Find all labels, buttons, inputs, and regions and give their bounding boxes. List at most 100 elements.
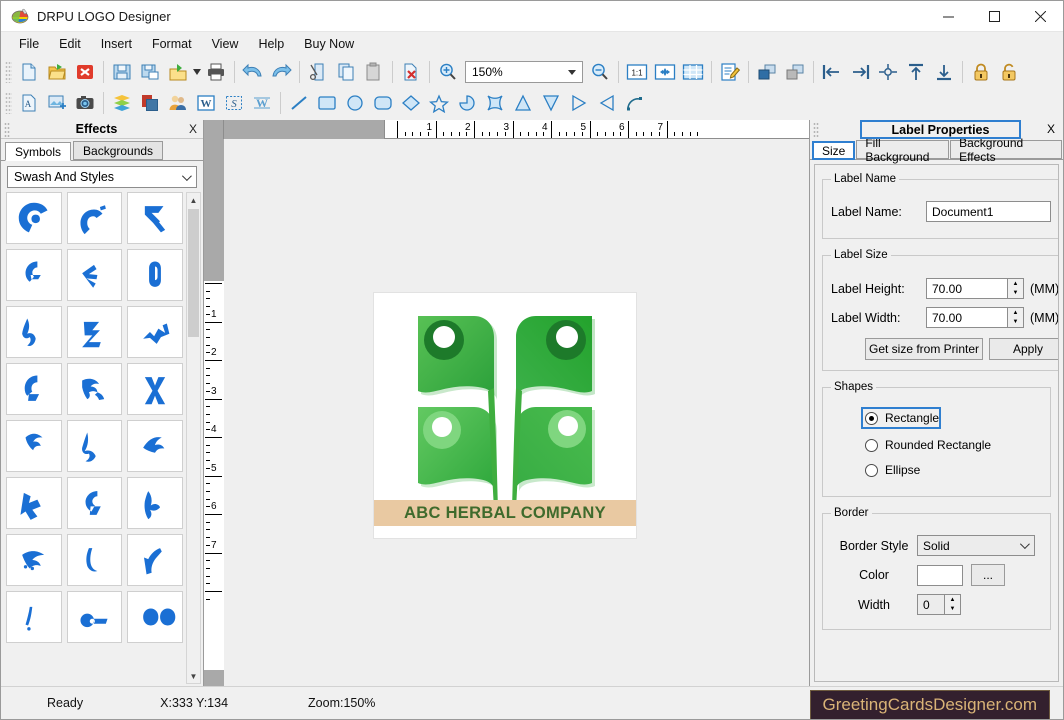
signature-icon[interactable]: S <box>220 89 248 117</box>
delete-icon[interactable] <box>397 58 425 86</box>
save-as-icon[interactable] <box>136 58 164 86</box>
symbol-cell[interactable] <box>6 306 62 358</box>
symbol-cell[interactable] <box>127 477 183 529</box>
four-point-star-tool-icon[interactable] <box>481 89 509 117</box>
symbol-category-combo[interactable]: Swash And Styles <box>7 166 197 188</box>
menu-edit[interactable]: Edit <box>49 34 91 54</box>
print-icon[interactable] <box>202 58 230 86</box>
align-bottom-icon[interactable] <box>930 58 958 86</box>
chevron-down-icon[interactable] <box>181 170 192 181</box>
symbol-cell[interactable] <box>66 420 123 472</box>
align-left-icon[interactable] <box>818 58 846 86</box>
symbol-cell[interactable] <box>66 477 123 529</box>
rounded-rect-tool-icon[interactable] <box>369 89 397 117</box>
shape-option-ellipse[interactable]: Ellipse <box>863 461 1042 479</box>
align-right-icon[interactable] <box>846 58 874 86</box>
symbol-cell[interactable] <box>6 420 62 472</box>
border-style-select[interactable]: Solid <box>917 535 1035 556</box>
ellipse-tool-icon[interactable] <box>341 89 369 117</box>
menu-file[interactable]: File <box>9 34 49 54</box>
vertical-ruler[interactable]: 1 2 3 4 5 6 7 <box>204 281 224 670</box>
border-color-browse-button[interactable]: ... <box>971 564 1005 586</box>
triangle-left-tool-icon[interactable] <box>593 89 621 117</box>
new-document-icon[interactable] <box>15 58 43 86</box>
symbol-cell[interactable] <box>66 306 123 358</box>
tab-backgrounds[interactable]: Backgrounds <box>73 141 164 160</box>
triangle-right-tool-icon[interactable] <box>565 89 593 117</box>
close-document-icon[interactable] <box>71 58 99 86</box>
redo-icon[interactable] <box>267 58 295 86</box>
border-width-stepper[interactable]: ▲ ▼ <box>945 594 961 615</box>
layers-icon[interactable] <box>108 89 136 117</box>
open-folder-icon[interactable] <box>43 58 71 86</box>
align-center-icon[interactable] <box>874 58 902 86</box>
label-height-input[interactable]: 70.00 <box>926 278 1008 299</box>
menu-insert[interactable]: Insert <box>91 34 142 54</box>
star-tool-icon[interactable] <box>425 89 453 117</box>
contacts-icon[interactable] <box>164 89 192 117</box>
close-button[interactable] <box>1017 1 1063 32</box>
zoom-out-icon[interactable] <box>586 58 614 86</box>
menu-format[interactable]: Format <box>142 34 202 54</box>
symbol-cell[interactable] <box>6 249 62 301</box>
symbol-cell[interactable] <box>127 534 183 586</box>
horizontal-ruler[interactable]: 1 2 3 4 5 6 7 <box>384 120 809 139</box>
stepper-up-icon[interactable]: ▲ <box>945 595 960 605</box>
radio-rectangle-icon[interactable] <box>865 411 878 425</box>
symbol-cell[interactable] <box>6 363 62 415</box>
apply-button[interactable]: Apply <box>989 338 1058 360</box>
maximize-button[interactable] <box>971 1 1017 32</box>
symbol-cell[interactable] <box>66 591 123 643</box>
save-icon[interactable] <box>108 58 136 86</box>
brand-badge[interactable]: GreetingCardsDesigner.com <box>809 690 1050 719</box>
stepper-up-icon[interactable]: ▲ <box>1008 308 1023 318</box>
pie-tool-icon[interactable] <box>453 89 481 117</box>
radio-ellipse-icon[interactable] <box>865 463 878 477</box>
symbol-cell[interactable] <box>66 192 123 244</box>
stepper-down-icon[interactable]: ▼ <box>945 605 960 615</box>
background-icon[interactable] <box>136 89 164 117</box>
diamond-tool-icon[interactable] <box>397 89 425 117</box>
symbol-cell[interactable] <box>6 192 62 244</box>
send-backward-icon[interactable] <box>781 58 809 86</box>
symbol-cell[interactable] <box>6 591 62 643</box>
get-size-from-printer-button[interactable]: Get size from Printer <box>865 338 983 360</box>
scroll-thumb[interactable] <box>188 209 199 337</box>
triangle-up-tool-icon[interactable] <box>509 89 537 117</box>
company-name-band[interactable]: ABC HERBAL COMPANY <box>374 500 636 526</box>
line-tool-icon[interactable] <box>285 89 313 117</box>
lock-icon[interactable] <box>967 58 995 86</box>
shape-option-rectangle[interactable]: Rectangle <box>861 407 941 429</box>
grid-icon[interactable] <box>679 58 707 86</box>
symbol-cell[interactable] <box>127 249 183 301</box>
minimize-button[interactable] <box>925 1 971 32</box>
capture-camera-icon[interactable] <box>71 89 99 117</box>
toolbar-grip[interactable] <box>5 61 12 83</box>
border-color-swatch[interactable] <box>917 564 963 586</box>
label-page[interactable]: ABC HERBAL COMPANY <box>374 293 636 538</box>
cut-icon[interactable] <box>304 58 332 86</box>
actual-size-icon[interactable]: 1:1 <box>623 58 651 86</box>
stepper-down-icon[interactable]: ▼ <box>1008 318 1023 328</box>
arc-tool-icon[interactable] <box>621 89 649 117</box>
copy-icon[interactable] <box>332 58 360 86</box>
zoom-in-icon[interactable] <box>434 58 462 86</box>
menu-buy-now[interactable]: Buy Now <box>294 34 364 54</box>
label-properties-close[interactable]: X <box>1047 122 1055 136</box>
bring-forward-icon[interactable] <box>753 58 781 86</box>
rectangle-tool-icon[interactable] <box>313 89 341 117</box>
menu-view[interactable]: View <box>202 34 249 54</box>
edit-properties-icon[interactable] <box>716 58 744 86</box>
panel-grip[interactable] <box>813 122 819 137</box>
symbol-cell[interactable] <box>66 363 123 415</box>
triangle-down-tool-icon[interactable] <box>537 89 565 117</box>
insert-image-icon[interactable] <box>43 89 71 117</box>
scroll-up-icon[interactable]: ▲ <box>187 193 200 207</box>
tab-size[interactable]: Size <box>812 141 856 160</box>
symbol-scrollbar[interactable]: ▲ ▼ <box>186 192 201 684</box>
symbol-cell[interactable] <box>66 249 123 301</box>
symbol-cell[interactable] <box>127 591 183 643</box>
label-height-stepper[interactable]: ▲ ▼ <box>1008 278 1024 299</box>
symbol-cell[interactable] <box>6 534 62 586</box>
symbol-cell[interactable] <box>127 420 183 472</box>
